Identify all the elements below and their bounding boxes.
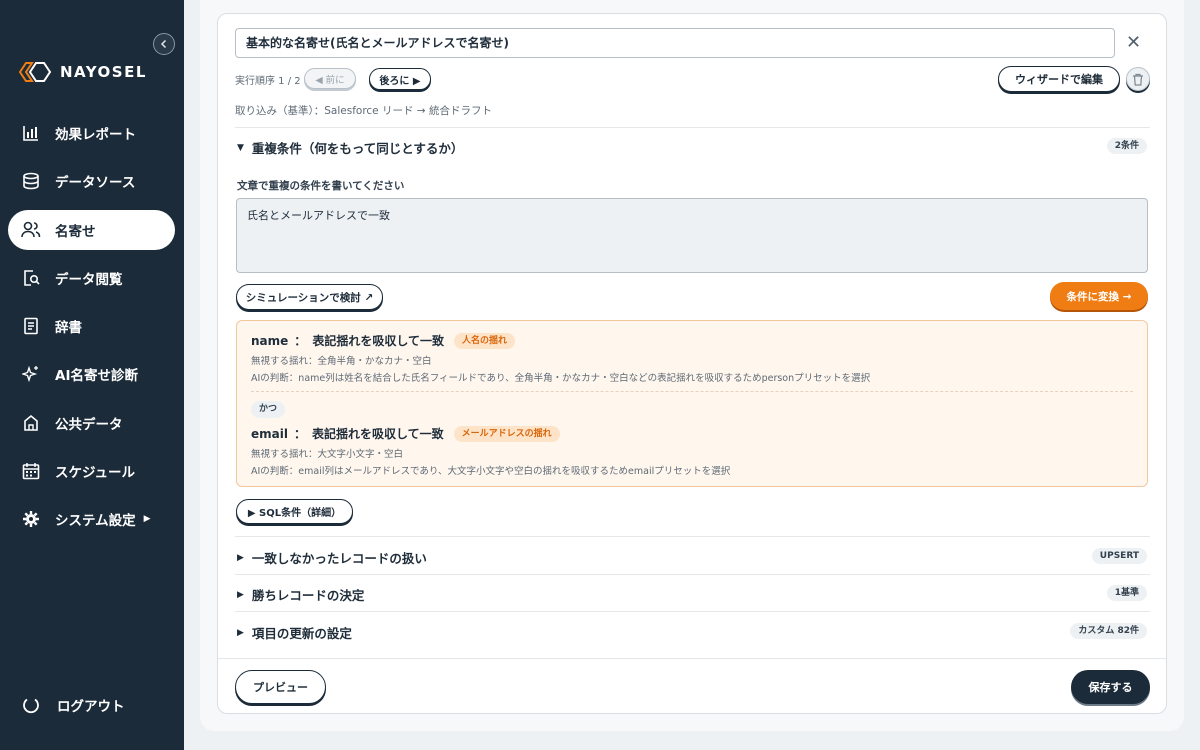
expand-triangle-icon: ▶	[237, 552, 244, 563]
condition-separator: ：	[294, 334, 307, 348]
users-icon	[21, 220, 41, 240]
execution-order: 実行順序 1 / 2	[235, 76, 301, 87]
sidebar-item-data-browse[interactable]: データ閲覧	[8, 258, 175, 298]
database-icon	[21, 171, 41, 191]
section-badge: UPSERT	[1091, 548, 1147, 564]
sql-conditions-toggle[interactable]: ▶ SQL条件（詳細）	[236, 499, 353, 524]
condition-field: email	[251, 426, 288, 441]
bar-chart-icon	[21, 123, 41, 143]
power-icon	[23, 698, 39, 714]
condition-text-label: 文章で重複の条件を書いてください	[237, 180, 405, 192]
section-title: 勝ちレコードの決定	[251, 588, 365, 603]
rule-title-input[interactable]: 基本的な名寄せ(氏名とメールアドレスで名寄せ)	[235, 28, 1115, 58]
conditions-panel: name ： 表記揺れを吸収して一致 人名の揺れ 無視する揺れ：全角半角・かなカ…	[236, 320, 1148, 487]
condition-row-name: name ： 表記揺れを吸収して一致 人名の揺れ	[251, 332, 515, 349]
sidebar-nav: 効果レポート データソース 名寄せ データ閲覧 辞書 AI名寄せ診断 公共データ	[8, 113, 175, 548]
sidebar-item-label: システム設定	[55, 513, 136, 530]
sidebar-item-dictionary[interactable]: 辞書	[8, 306, 175, 346]
condition-textarea[interactable]: 氏名とメールアドレスで一致	[236, 198, 1148, 273]
calendar-icon	[21, 461, 41, 481]
expand-triangle-icon: ▶	[237, 589, 244, 600]
ai-judgement: AIの判断：email列はメールアドレスであり、大文字小文字や空白の揺れを吸収す…	[251, 466, 731, 477]
divider	[235, 127, 1150, 128]
move-earlier-button[interactable]: ◀ 前に	[304, 68, 356, 89]
collapse-triangle-icon: ▼	[237, 142, 244, 153]
condition-separator: ：	[293, 427, 306, 441]
section-title: 重複条件（何をもって同じとするか）	[251, 141, 464, 156]
logout-label: ログアウト	[57, 699, 125, 715]
sidebar-item-data-source[interactable]: データソース	[8, 161, 175, 201]
sidebar-item-label: 名寄せ	[55, 223, 96, 240]
sidebar-item-label: 効果レポート	[55, 127, 136, 143]
section-badge: カスタム 82件	[1070, 623, 1147, 639]
search-doc-icon	[21, 268, 41, 288]
section-title: 項目の更新の設定	[251, 626, 352, 641]
convert-to-condition-button[interactable]: 条件に変換 →	[1050, 282, 1148, 310]
import-flow-text: 取り込み（基準）：Salesforce リード → 統合ドラフト	[235, 105, 492, 117]
section-badge: 1基準	[1106, 585, 1147, 601]
condition-rule: 表記揺れを吸収して一致	[312, 334, 444, 348]
section-title: 一致しなかったレコードの扱い	[251, 551, 427, 566]
sidebar-item-system-settings[interactable]: システム設定 ▶	[8, 499, 175, 539]
edit-with-wizard-button[interactable]: ウィザードで編集	[998, 66, 1120, 92]
sidebar-item-label: データ閲覧	[55, 271, 123, 288]
sidebar-item-public-data[interactable]: 公共データ	[8, 403, 175, 443]
ignored-variations: 無視する揺れ：大文字小文字・空白	[251, 449, 404, 460]
section-header-winner[interactable]: ▶ 勝ちレコードの決定	[237, 585, 364, 604]
building-icon	[21, 413, 41, 433]
sidebar: NAYOSEL 効果レポート データソース 名寄せ データ閲覧 辞書 AI名寄せ…	[0, 0, 184, 750]
variation-tag: 人名の揺れ	[453, 332, 515, 349]
close-icon[interactable]: ✕	[1126, 32, 1141, 53]
rule-editor-card: 基本的な名寄せ(氏名とメールアドレスで名寄せ) ✕ 実行順序 1 / 2 ◀ 前…	[217, 13, 1167, 714]
section-header-duplicate[interactable]: ▼ 重複条件（何をもって同じとするか）	[237, 138, 463, 157]
preview-button[interactable]: プレビュー	[235, 670, 326, 704]
divider	[235, 536, 1150, 537]
footer-divider	[218, 658, 1166, 659]
condition-rule: 表記揺れを吸収して一致	[311, 427, 444, 441]
divider	[235, 574, 1150, 575]
gear-icon	[21, 509, 41, 529]
logo-icon	[18, 62, 52, 82]
sidebar-item-label: スケジュール	[55, 465, 136, 482]
sparkle-icon	[21, 364, 41, 384]
logout-button[interactable]: ログアウト	[21, 695, 125, 715]
sidebar-item-label: AI名寄せ診断	[55, 368, 138, 385]
section-header-unmatched[interactable]: ▶ 一致しなかったレコードの扱い	[237, 548, 427, 567]
move-later-button[interactable]: 後ろに ▶	[369, 68, 431, 90]
and-operator-tag: かつ	[251, 401, 286, 418]
simulate-button[interactable]: シミュレーションで検討 ↗	[236, 284, 383, 310]
save-button[interactable]: 保存する	[1071, 670, 1150, 704]
ignored-variations: 無視する揺れ：全角半角・かなカナ・空白	[251, 356, 432, 367]
sidebar-item-label: 公共データ	[55, 416, 123, 433]
sidebar-item-effect-report[interactable]: 効果レポート	[8, 113, 175, 153]
delete-button[interactable]	[1126, 67, 1150, 91]
condition-count-badge: 2条件	[1106, 138, 1147, 154]
sidebar-item-nayose[interactable]: 名寄せ	[8, 209, 175, 250]
sidebar-item-label: データソース	[55, 175, 136, 192]
ai-judgement: AIの判断：name列は姓名を結合した氏名フィールドであり、全角半角・かなカナ・…	[251, 373, 871, 384]
sidebar-item-ai-diagnosis[interactable]: AI名寄せ診断	[8, 354, 175, 394]
expand-arrow-icon: ▶	[143, 514, 151, 525]
section-header-field-update[interactable]: ▶ 項目の更新の設定	[237, 623, 352, 642]
condition-field: name	[251, 333, 289, 348]
condition-row-email: email ： 表記揺れを吸収して一致 メールアドレスの揺れ	[251, 425, 560, 442]
condition-divider	[251, 391, 1133, 392]
sidebar-item-label: 辞書	[55, 320, 82, 337]
book-icon	[21, 316, 41, 336]
collapse-sidebar-button[interactable]	[153, 33, 175, 55]
chevron-left-icon	[160, 39, 167, 49]
trash-icon	[1133, 73, 1143, 86]
divider	[235, 611, 1150, 612]
brand-name: NAYOSEL	[60, 63, 147, 81]
sidebar-item-schedule[interactable]: スケジュール	[8, 451, 175, 491]
brand-logo[interactable]: NAYOSEL	[18, 60, 147, 84]
variation-tag: メールアドレスの揺れ	[453, 425, 560, 442]
expand-triangle-icon: ▶	[237, 627, 244, 638]
